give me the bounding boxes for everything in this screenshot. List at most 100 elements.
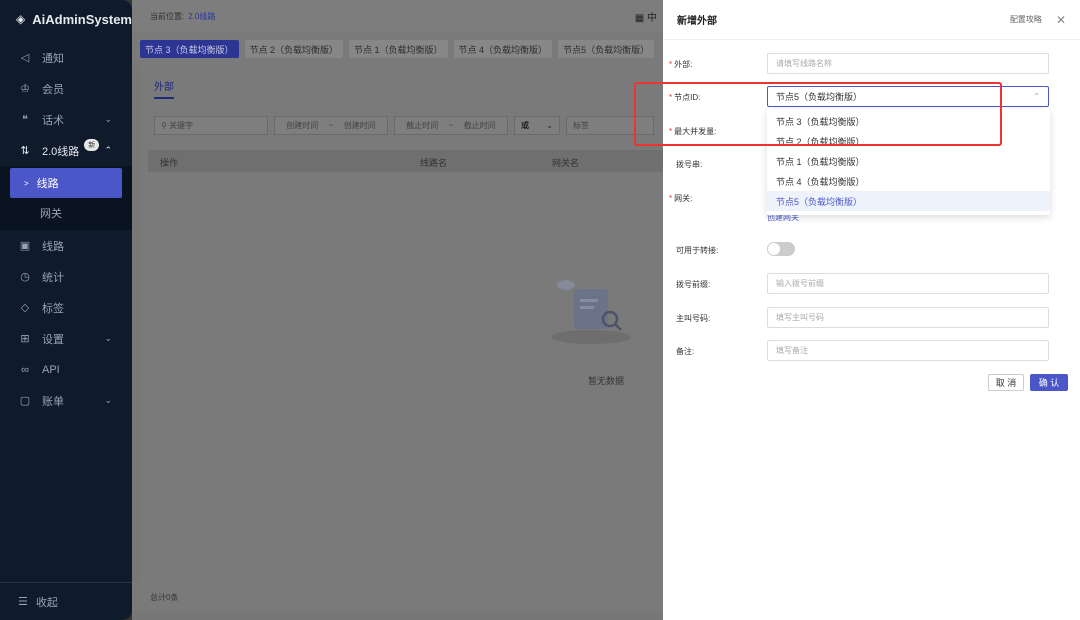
node-tab[interactable]: 节点 3（负载均衡版） [140,40,239,58]
dropdown-option[interactable]: 节点 1（负载均衡版） [767,151,1050,171]
translate-icon: ▦ [634,12,647,24]
node-tab[interactable]: 节点 4（负载均衡版） [453,40,553,58]
remark-input[interactable]: 填写备注 [767,340,1049,361]
menu-fold-icon: ☰ [18,596,28,608]
sidebar-item-label: 统计 [42,271,64,284]
tilde-icon: ~ [328,121,334,130]
drawer-header: 新增外部 配置攻略 ✕ [663,0,1080,40]
empty-text: 暂无数据 [588,376,625,386]
node-tab[interactable]: 节点 2（负载均衡版） [244,40,344,58]
field-label: 主叫号码: [676,314,711,323]
dropdown-option[interactable]: 节点 3（负载均衡版） [767,111,1050,131]
filter-bar: ⚲ 关键字 创建时间 ~ 创建时间 截止时间 ~ 截止时间 或 ⌄ 标签 [154,116,654,135]
chevron-up-icon: ⌃ [104,145,112,155]
external-name-input[interactable]: 请填写线路名称 [767,53,1049,74]
sidebar-item-label: API [42,363,60,376]
column-header: 线路名 [420,158,448,168]
sidebar-item-label: 通知 [42,52,64,65]
dropdown-option[interactable]: 节点 4（负载均衡版） [767,171,1050,191]
sidebar: ◈ AiAdminSystem ◁ 通知 ♔ 会员 ❝ 话术 ⌄ ⇅ 2.0线路… [0,0,132,620]
search-icon: ⚲ [161,121,170,130]
empty-illustration [551,280,631,344]
sort-icon: ⇅ [20,145,30,157]
tag-select[interactable]: 标签 [566,116,654,135]
cancel-button[interactable]: 取 消 [988,374,1024,391]
sidebar-item-settings[interactable]: ⊞ 设置 ⌄ [0,323,132,354]
transfer-toggle[interactable] [767,242,795,256]
chevron-right-icon: > [24,178,29,188]
sidebar-item-label: 会员 [42,83,64,96]
column-header: 网关名 [552,158,580,168]
sidebar-item-label: 2.0线路 [42,145,80,158]
node-id-dropdown: 节点 3（负载均衡版） 节点 2（负载均衡版） 节点 1（负载均衡版） 节点 4… [767,109,1050,215]
config-guide-link[interactable]: 配置攻略 [1010,14,1042,25]
tab-external[interactable]: 外部 [154,78,174,99]
crown-icon: ♔ [20,83,30,95]
sidebar-item-billing[interactable]: ▢ 账单 ⌄ [0,385,132,416]
total-count: 总计0条 [150,593,179,602]
sidebar-item-label: 话术 [42,114,64,127]
keyword-search-input[interactable]: ⚲ 关键字 [154,116,268,135]
chevron-down-icon: ⌄ [104,333,112,343]
app-title: AiAdminSystem [32,11,132,27]
node-tab[interactable]: 节点 1（负载均衡版） [349,40,448,58]
field-label: 备注: [676,347,695,356]
chevron-down-icon: ⌄ [104,395,112,405]
column-header: 操作 [160,158,179,168]
end-time-range[interactable]: 截止时间 ~ 截止时间 [394,116,508,135]
dropdown-option-selected[interactable]: 节点5（负载均衡版） [767,191,1050,211]
confirm-button[interactable]: 确 认 [1030,374,1068,391]
sidebar-item-label: 标签 [42,302,64,315]
link-icon: ∞ [21,363,29,376]
clock-icon: ◷ [20,271,30,283]
close-icon[interactable]: ✕ [1056,13,1066,27]
chevron-down-icon: ⌄ [104,114,112,124]
create-time-range[interactable]: 创建时间 ~ 创建时间 [274,116,388,135]
sidebar-item-label: 账单 [42,395,64,408]
language-switch[interactable]: ▦ 中 [635,9,663,24]
caller-number-input[interactable]: 填写主叫号码 [767,307,1049,328]
monitor-icon: ▣ [19,240,31,252]
add-external-drawer: 新增外部 配置攻略 ✕ * 外部: 请填写线路名称 * 节点ID: 节点5（负载均衡… [663,0,1080,620]
sidebar-submenu: > 线路 网关 [0,166,132,230]
field-label: 可用于转接: [676,246,719,255]
breadcrumb[interactable]: 2.0线路 [188,11,215,22]
location-label: 当前位置: [150,11,185,21]
field-label: * 最大并发量: [669,127,717,136]
table-header: 操作 线路名 网关名 [148,150,663,172]
app-logo[interactable]: ◈ AiAdminSystem [0,0,132,38]
topbar: 当前位置: 2.0线路 ▦ 中 [132,0,663,32]
sidebar-collapse-button[interactable]: ☰ 收起 [0,582,132,620]
quote-icon: ❝ [22,114,28,126]
node-tabbar: 节点 3（负载均衡版） 节点 2（负载均衡版） 节点 1（负载均衡版） 节点 4… [132,32,663,66]
sidebar-item-stats[interactable]: ◷ 统计 [0,261,132,292]
field-label: 拨号前缀: [676,280,711,289]
dropdown-option[interactable]: 节点 2（负载均衡版） [767,131,1050,151]
new-badge: 新 [84,138,100,151]
tag-icon: ◇ [20,302,30,314]
sidebar-item-member[interactable]: ♔ 会员 [0,73,132,104]
dial-prefix-input[interactable]: 输入拨号前缀 [767,273,1049,294]
sidebar-item-label: 线路 [42,240,64,253]
node-id-select[interactable]: 节点5（负载均衡版） ⌃ [767,86,1049,107]
field-label: * 网关: [669,194,693,203]
main-content: 当前位置: 2.0线路 ▦ 中 节点 3（负载均衡版） 节点 2（负载均衡版） … [132,0,663,620]
field-label: 拨号串: [676,160,703,169]
sidebar-item-label: 设置 [42,333,64,346]
sidebar-subitem-gateway[interactable]: 网关 [0,198,132,228]
sidebar-item-line[interactable]: ▣ 线路 [0,230,132,261]
logic-select[interactable]: 或 ⌄ [514,116,560,135]
sidebar-item-notice[interactable]: ◁ 通知 [0,42,132,73]
chevron-up-icon: ⌃ [1033,92,1040,101]
wallet-icon: ▢ [19,395,31,407]
tilde-icon: ~ [448,121,454,130]
collapse-label: 收起 [35,596,58,609]
sidebar-item-script[interactable]: ❝ 话术 ⌄ [0,104,132,135]
table-footer: 总计0条 [132,582,663,612]
grid-icon: ⊞ [20,333,30,345]
sidebar-item-api[interactable]: ∞ API [0,354,132,385]
sidebar-item-tags[interactable]: ◇ 标签 [0,292,132,323]
sidebar-subitem-line[interactable]: > 线路 [10,168,122,198]
sidebar-item-line-v2[interactable]: ⇅ 2.0线路 新 ⌃ [0,135,132,166]
node-tab[interactable]: 节点5（负载均衡版） [558,40,655,58]
